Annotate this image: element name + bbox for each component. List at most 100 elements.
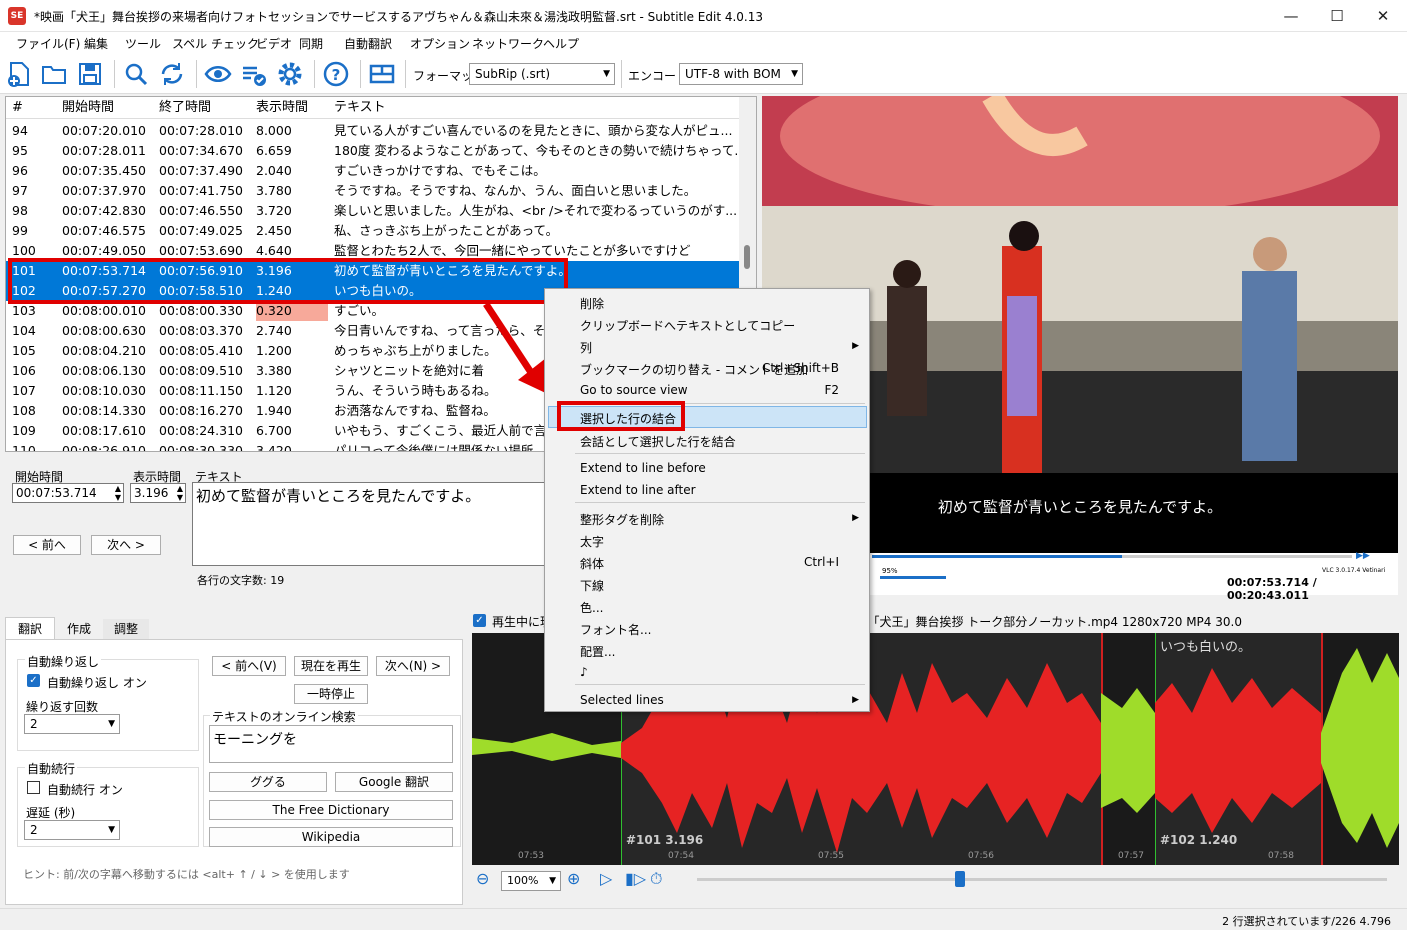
header-start[interactable]: 開始時間 [62,97,156,119]
waveform-slider-thumb[interactable] [955,871,965,887]
encoding-select[interactable]: UTF-8 with BOM ▼ [679,63,803,85]
wikipedia-button[interactable]: Wikipedia [209,827,453,847]
menu-tools[interactable]: ツール [125,35,161,52]
spellcheck-icon[interactable] [240,60,268,88]
next-button[interactable]: 次へ > [91,535,161,555]
hint-text: ヒント: 前/次の字幕へ移動するには <alt+ ↑ / ↓ > を使用します [23,868,350,881]
context-menu-item[interactable]: 配置... [580,643,615,660]
svg-text:?: ? [332,66,341,84]
speed-icon[interactable]: ⏱ [650,869,662,889]
delay-select[interactable]: 2 ▼ [24,820,120,840]
context-menu: 削除 クリップボードへテキストとしてコピー列 ▶ ブックマークの切り替え - コメント… [544,288,870,712]
header-number[interactable]: # [12,97,60,119]
context-menu-item[interactable]: Go to source view [580,383,688,397]
context-menu-item[interactable]: 列 [580,339,592,356]
subtitle-text-box[interactable]: 初めて監督が青いところを見たんですよ。 [192,482,552,566]
play-icon[interactable]: ▷ [600,869,612,888]
close-button[interactable]: ✕ [1360,0,1406,32]
menu-help[interactable]: ヘルプ [543,35,579,52]
menu-sync[interactable]: 同期 [299,35,323,52]
play-selection-icon[interactable]: ▮▷ [625,869,646,888]
context-menu-item[interactable]: 下線 [580,577,604,594]
layout-icon[interactable] [368,60,396,88]
visual-sync-icon[interactable] [204,60,232,88]
context-menu-item[interactable]: フォント名... [580,621,651,638]
format-select[interactable]: SubRip (.srt) ▼ [469,63,615,85]
select-current-checkbox[interactable]: ✓ [473,614,486,627]
prev-v-button[interactable]: < 前へ(V) [212,656,286,676]
minimize-button[interactable]: — [1268,0,1314,32]
context-menu-item[interactable]: ♪ [580,665,588,679]
tab-translate[interactable]: 翻訳 [5,617,55,639]
autocontinue-on-label: 自動続行 オン [47,783,123,797]
new-file-icon[interactable] [5,60,33,88]
help-icon[interactable]: ? [322,60,350,88]
context-menu-item[interactable]: 太字 [580,533,604,550]
prev-button[interactable]: < 前へ [13,535,81,555]
cell-end: 00:07:37.490 [159,163,243,178]
cell-dur: 6.700 [256,423,292,438]
autocontinue-checkbox[interactable] [27,781,40,794]
menu-spellcheck[interactable]: スペル チェック [172,35,259,52]
volume-percent: 95% [882,567,898,575]
context-menu-item[interactable]: 会話として選択した行を結合 [580,433,736,450]
replace-icon[interactable] [158,60,186,88]
search-icon[interactable] [122,60,150,88]
autorepeat-checkbox[interactable]: ✓ [27,674,40,687]
context-menu-item[interactable]: 色... [580,599,603,616]
table-row[interactable]: 99 00:07:46.575 00:07:49.025 2.450 私、さっきぶち上が… [6,221,742,241]
cell-end: 00:07:28.010 [159,123,243,138]
context-menu-item[interactable]: 斜体 [580,555,604,572]
save-icon[interactable] [76,60,104,88]
table-row[interactable]: 97 00:07:37.970 00:07:41.750 3.780 そうですね。そうで… [6,181,742,201]
context-menu-item[interactable]: Selected lines [580,693,664,707]
menu-options[interactable]: オプション [410,35,470,52]
table-row[interactable]: 95 00:07:28.011 00:07:34.670 6.659 180度 変わるよ… [6,141,744,161]
pause-button[interactable]: 一時停止 [294,684,368,704]
video-time: 00:07:53.714 / 00:20:43.011 [1227,576,1317,602]
google-translate-button[interactable]: Google 翻訳 [335,772,453,792]
table-row[interactable]: 94 00:07:20.010 00:07:28.010 8.000 見ている人がすごい… [6,121,742,141]
cell-text: 私、さっきぶち上がったことがあって。 [334,223,559,238]
menu-file[interactable]: ファイル(F) [16,35,80,52]
cell-end: 00:07:41.750 [159,183,243,198]
search-text-box[interactable]: モーニングを [209,725,453,763]
context-menu-item[interactable]: Extend to line before [580,461,706,475]
google-search-button[interactable]: ググる [209,772,327,792]
menu-network[interactable]: ネットワーク [472,35,544,52]
fast-forward-icon[interactable]: ▶▶ [1356,551,1370,561]
table-row[interactable]: 96 00:07:35.450 00:07:37.490 2.040 すごいきっかけです… [6,161,742,181]
cell-n: 105 [12,343,36,358]
play-current-button[interactable]: 現在を再生 [294,656,368,676]
header-duration[interactable]: 表示時間 [256,97,328,119]
cell-n: 94 [12,123,28,138]
zoom-out-icon[interactable]: ⊖ [476,869,489,888]
open-folder-icon[interactable] [40,60,68,88]
maximize-button[interactable]: ☐ [1314,0,1360,32]
tab-adjust[interactable]: 調整 [103,619,149,639]
zoom-in-icon[interactable]: ⊕ [567,869,580,888]
settings-gear-icon[interactable] [276,60,304,88]
shortcut-label: F2 [824,383,839,397]
zoom-select[interactable]: 100% ▼ [501,871,561,891]
cell-dur: 8.000 [256,123,292,138]
video-seek-bar[interactable] [872,555,1352,558]
context-menu-item[interactable]: Extend to line after [580,483,696,497]
free-dictionary-button[interactable]: The Free Dictionary [209,800,453,820]
menu-edit[interactable]: 編集 [84,35,108,52]
header-text[interactable]: テキスト [334,97,744,119]
context-menu-item[interactable]: クリップボードへテキストとしてコピー [580,317,795,334]
volume-slider[interactable] [880,576,946,579]
header-end[interactable]: 終了時間 [159,97,253,119]
menu-video[interactable]: ビデオ [256,35,292,52]
repeat-count-select[interactable]: 2 ▼ [24,714,120,734]
menu-autotranslate[interactable]: 自動翻訳 [344,35,392,52]
start-time-input[interactable]: 00:07:53.714 ▲ ▼ [12,483,124,503]
context-menu-item[interactable]: 整形タグを削除 [580,511,664,528]
waveform-position-slider[interactable] [697,878,1387,881]
tab-create[interactable]: 作成 [57,619,101,639]
duration-input[interactable]: 3.196 ▲ ▼ [130,483,186,503]
table-row[interactable]: 98 00:07:42.830 00:07:46.550 3.720 楽しいと思いました… [6,201,742,221]
next-n-button[interactable]: 次へ(N) > [376,656,450,676]
context-menu-item[interactable]: 削除 [580,295,604,312]
